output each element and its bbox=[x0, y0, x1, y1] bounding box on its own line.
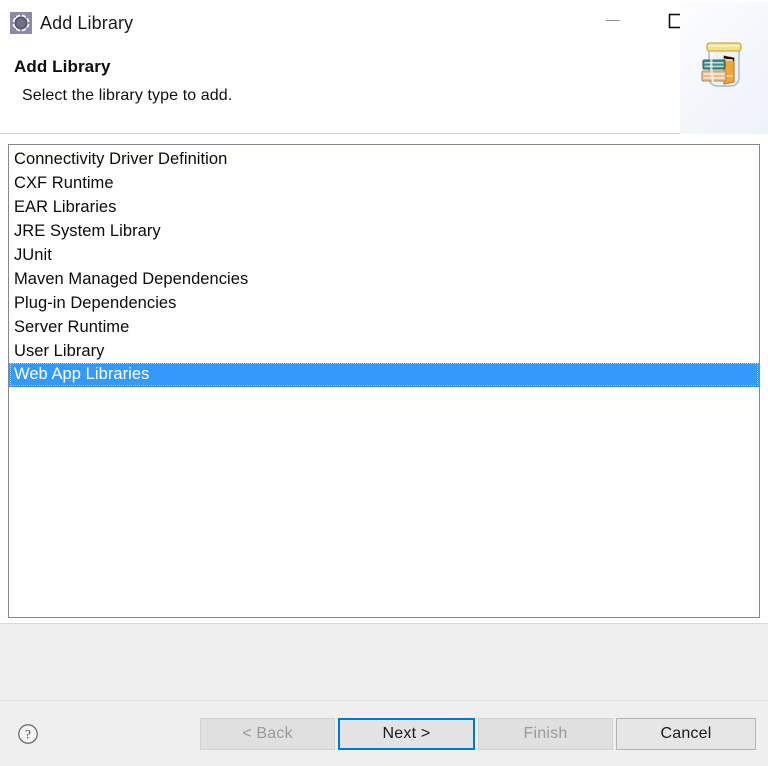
minimize-icon[interactable] bbox=[582, 0, 644, 40]
list-item[interactable]: EAR Libraries bbox=[9, 195, 759, 219]
wizard-header: Add Library Select the library type to a… bbox=[0, 2, 768, 134]
wizard-button-group: < Back Next > Finish Cancel bbox=[200, 717, 756, 750]
list-item[interactable]: Plug-in Dependencies bbox=[9, 291, 759, 315]
list-item[interactable]: Server Runtime bbox=[9, 315, 759, 339]
next-button[interactable]: Next > bbox=[338, 717, 475, 750]
content-area: Connectivity Driver Definition CXF Runtim… bbox=[0, 134, 768, 623]
footer-spacer bbox=[0, 623, 768, 700]
title-bar: Add Library bbox=[0, 0, 768, 46]
page-description: Select the library type to add. bbox=[22, 87, 233, 104]
cancel-button[interactable]: Cancel bbox=[616, 717, 756, 750]
list-item[interactable]: Connectivity Driver Definition bbox=[9, 147, 759, 171]
library-jar-books-icon bbox=[680, 2, 768, 134]
svg-text:?: ? bbox=[25, 726, 31, 741]
title-bar-left: Add Library bbox=[0, 0, 133, 38]
add-library-dialog: Add Library Add Library Select the libra… bbox=[0, 0, 768, 766]
list-item[interactable]: JRE System Library bbox=[9, 219, 759, 243]
library-type-list-inner: Connectivity Driver Definition CXF Runtim… bbox=[9, 145, 759, 387]
list-item[interactable]: CXF Runtime bbox=[9, 171, 759, 195]
dialog-button-bar: ? < Back Next > Finish Cancel bbox=[0, 700, 768, 766]
page-title: Add Library bbox=[14, 57, 111, 76]
back-button[interactable]: < Back bbox=[200, 717, 335, 750]
window-title: Add Library bbox=[40, 13, 134, 33]
finish-button[interactable]: Finish bbox=[478, 717, 613, 750]
eclipse-gear-icon bbox=[10, 12, 32, 34]
list-item[interactable]: Maven Managed Dependencies bbox=[9, 267, 759, 291]
list-item[interactable]: Web App Libraries bbox=[9, 363, 759, 387]
list-item[interactable]: JUnit bbox=[9, 243, 759, 267]
library-type-list[interactable]: Connectivity Driver Definition CXF Runtim… bbox=[8, 144, 760, 618]
help-question-icon[interactable]: ? bbox=[16, 722, 40, 746]
list-item[interactable]: User Library bbox=[9, 339, 759, 363]
